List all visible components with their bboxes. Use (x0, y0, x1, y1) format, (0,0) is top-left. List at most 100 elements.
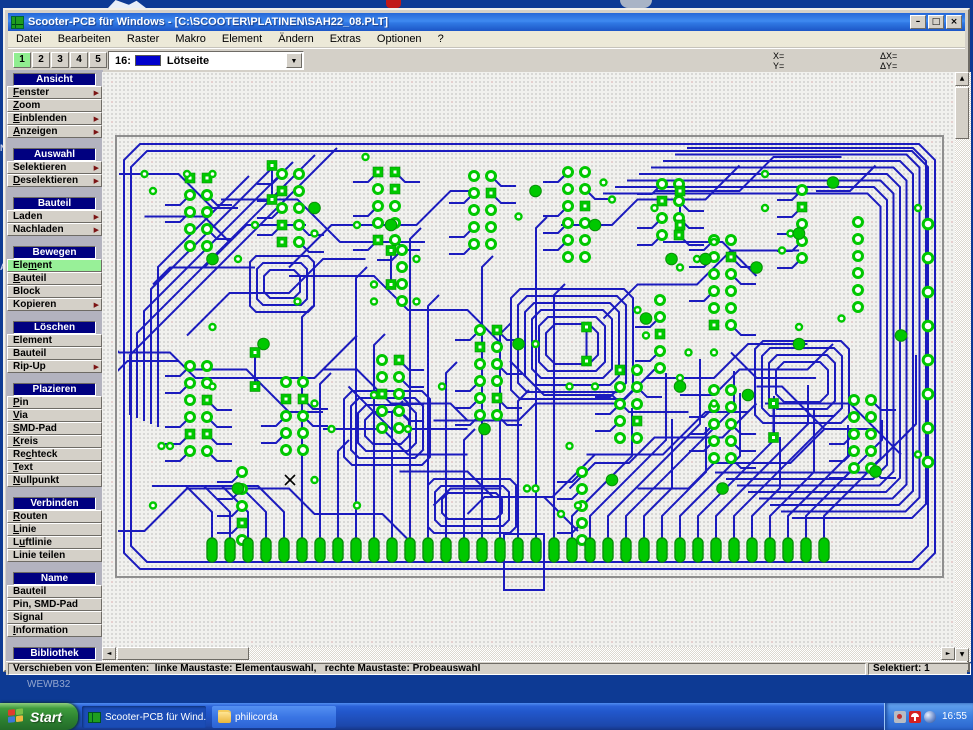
sidebar-item-selektieren[interactable]: Selektieren▶ (7, 161, 102, 174)
tray-icon-1[interactable] (894, 711, 906, 723)
layer-select[interactable]: 16: Lötseite ▼ (108, 51, 304, 70)
coordinate-readout-xy: X=Y= (773, 51, 784, 71)
layer-button-5[interactable]: 5 (89, 52, 107, 68)
layer-button-2[interactable]: 2 (32, 52, 50, 68)
sidebar-item-bauteil[interactable]: Bauteil (7, 585, 102, 598)
sidebar-item-routen[interactable]: Routen (7, 510, 102, 523)
tray-icon-antivirus[interactable] (909, 711, 921, 723)
taskbar: Start Scooter-PCB für Wind...philicorda … (0, 703, 973, 730)
sidebar-item-text[interactable]: Text (7, 461, 102, 474)
sidebar-item-bauteil[interactable]: Bauteil (7, 272, 102, 285)
sidebar-item-einblenden[interactable]: Einblenden▶ (7, 112, 102, 125)
sidebar-item-kreis[interactable]: Kreis (7, 435, 102, 448)
layer-button-1[interactable]: 1 (13, 52, 31, 68)
task-label: philicorda (235, 712, 278, 723)
desktop-icon-partial (620, 0, 652, 8)
horizontal-scrollbar[interactable]: ◄ ► (102, 647, 955, 662)
menu-datei[interactable]: Datei (8, 32, 50, 46)
taskbar-task-2[interactable]: philicorda (212, 706, 336, 728)
sidebar-header-bewegen: Bewegen (13, 246, 96, 259)
system-tray: 16:55 (884, 703, 973, 730)
sidebar-item-via[interactable]: Via (7, 409, 102, 422)
sidebar-item-luftlinie[interactable]: Luftlinie (7, 536, 102, 549)
minimize-button[interactable]: – (910, 15, 926, 29)
sidebar-item-deselektieren[interactable]: Deselektieren▶ (7, 174, 102, 187)
maximize-button[interactable]: □ (928, 15, 944, 29)
selection-count: Selektiert: 1 (868, 663, 971, 675)
sidebar-header-ansicht: Ansicht (13, 73, 96, 86)
sidebar-item-nachladen[interactable]: Nachladen▶ (7, 223, 102, 236)
menu--[interactable]: ? (430, 32, 452, 46)
submenu-arrow-icon: ▶ (94, 299, 99, 311)
coordinate-readout-dxy: ΔX=ΔY= (880, 51, 897, 71)
tray-icon-2[interactable] (924, 711, 936, 723)
submenu-arrow-icon: ▶ (94, 224, 99, 236)
sidebar-item-rechteck[interactable]: Rechteck (7, 448, 102, 461)
sidebar-item-rip-up[interactable]: Rip-Up▶ (7, 360, 102, 373)
sidebar-item-information[interactable]: Information (7, 624, 102, 637)
sidebar-header-bibliothek: Bibliothek (13, 647, 96, 660)
sidebar-item-fenster[interactable]: Fenster▶ (7, 86, 102, 99)
menu-raster[interactable]: Raster (119, 32, 167, 46)
submenu-arrow-icon: ▶ (94, 211, 99, 223)
scroll-left-icon[interactable]: ◄ (102, 647, 116, 660)
taskbar-clock: 16:55 (942, 711, 967, 722)
chevron-down-icon[interactable]: ▼ (286, 53, 302, 68)
sidebar-item-zoom[interactable]: Zoom (7, 99, 102, 112)
layer-name: Lötseite (167, 55, 209, 67)
menu-bar: DateiBearbeitenRasterMakroElementÄndernE… (8, 31, 965, 48)
window-title: Scooter-PCB für Windows - [C:\SCOOTER\PL… (28, 16, 908, 28)
sidebar-item-nullpunkt[interactable]: Nullpunkt (7, 474, 102, 487)
submenu-arrow-icon: ▶ (94, 162, 99, 174)
menu-makro[interactable]: Makro (167, 32, 214, 46)
toolbar: 12345 16: Lötseite ▼ X=Y= ΔX=ΔY= (8, 48, 965, 72)
windows-logo-icon (8, 708, 25, 725)
scroll-up-icon[interactable]: ▲ (955, 72, 969, 86)
sidebar-item-linie[interactable]: Linie (7, 523, 102, 536)
sidebar-item-linie-teilen[interactable]: Linie teilen (7, 549, 102, 562)
vertical-scroll-thumb[interactable] (955, 87, 969, 139)
sidebar-item-pin[interactable]: Pin (7, 396, 102, 409)
menu-element[interactable]: Element (214, 32, 270, 46)
desktop-icon-partial (386, 0, 401, 8)
pcb-canvas[interactable] (102, 72, 955, 647)
submenu-arrow-icon: ▶ (94, 126, 99, 138)
start-button[interactable]: Start (0, 703, 78, 730)
sidebar-header-name: Name (13, 572, 96, 585)
sidebar-item-element[interactable]: Element (7, 259, 102, 272)
sidebar-item-anzeigen[interactable]: Anzeigen▶ (7, 125, 102, 138)
desktop-icon-wewb32[interactable]: WEWB32 (27, 679, 70, 690)
scroll-right-icon[interactable]: ► (941, 647, 955, 660)
sidebar-item-laden[interactable]: Laden▶ (7, 210, 102, 223)
submenu-arrow-icon: ▶ (94, 361, 99, 373)
layer-button-4[interactable]: 4 (70, 52, 88, 68)
horizontal-scroll-thumb[interactable] (117, 647, 249, 660)
submenu-arrow-icon: ▶ (94, 87, 99, 99)
submenu-arrow-icon: ▶ (94, 175, 99, 187)
app-window: Scooter-PCB für Windows - [C:\SCOOTER\PL… (3, 8, 970, 672)
sidebar-item-block[interactable]: Block (7, 285, 102, 298)
layer-number: 16: (115, 55, 131, 67)
menu-optionen[interactable]: Optionen (369, 32, 430, 46)
sidebar-item-signal[interactable]: Signal (7, 611, 102, 624)
menu-extras[interactable]: Extras (322, 32, 369, 46)
pcb-drawing (102, 72, 955, 647)
close-button[interactable]: × (946, 15, 962, 29)
pcb-app-icon (88, 712, 101, 723)
vertical-scrollbar[interactable]: ▲ ▼ (955, 72, 971, 662)
layer-button-3[interactable]: 3 (51, 52, 69, 68)
sidebar-item-pin-smd-pad[interactable]: Pin, SMD-Pad (7, 598, 102, 611)
menu-bearbeiten[interactable]: Bearbeiten (50, 32, 119, 46)
sidebar-header-bauteil: Bauteil (13, 197, 96, 210)
sidebar-header-auswahl: Auswahl (13, 148, 96, 161)
status-bar: Verschieben von Elementen: linke Maustas… (6, 661, 967, 675)
taskbar-task-1[interactable]: Scooter-PCB für Wind... (82, 706, 206, 728)
sidebar-item-element[interactable]: Element (7, 334, 102, 347)
sidebar-item-kopieren[interactable]: Kopieren▶ (7, 298, 102, 311)
menu--ndern[interactable]: Ändern (270, 32, 321, 46)
sidebar-item-bauteil[interactable]: Bauteil (7, 347, 102, 360)
title-bar[interactable]: Scooter-PCB für Windows - [C:\SCOOTER\PL… (8, 13, 965, 31)
sidebar-item-smd-pad[interactable]: SMD-Pad (7, 422, 102, 435)
scroll-down-icon[interactable]: ▼ (955, 648, 969, 662)
sidebar-header-l-schen: Löschen (13, 321, 96, 334)
